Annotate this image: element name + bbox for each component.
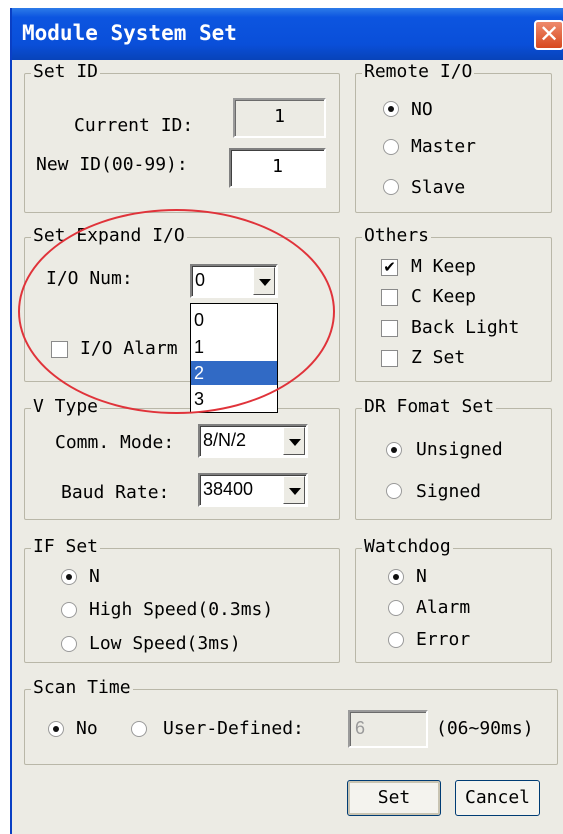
io-alarm-checkbox[interactable] (51, 341, 68, 358)
z-set-checkbox[interactable] (381, 350, 398, 367)
low-speed-radio[interactable] (61, 636, 77, 652)
unsigned-label[interactable]: Unsigned (416, 439, 503, 460)
if-set-n-label[interactable]: N (89, 566, 100, 587)
title-bar[interactable]: Module System Set ✕ (12, 8, 563, 60)
watchdog-n-label[interactable]: N (416, 566, 427, 587)
set-expand-io-legend: Set Expand I/O (31, 225, 187, 246)
chevron-down-icon[interactable] (253, 267, 275, 295)
set-expand-io-group: Set Expand I/O (24, 225, 340, 382)
watchdog-n-radio[interactable] (388, 569, 404, 585)
set-button[interactable]: Set (347, 780, 441, 816)
io-num-dropdown-list[interactable]: 0 1 2 3 (190, 303, 278, 413)
watchdog-error-radio[interactable] (388, 632, 404, 648)
scan-time-no-radio[interactable] (48, 721, 64, 737)
new-id-input[interactable]: 1 (229, 148, 326, 188)
remote-io-no-label[interactable]: NO (411, 99, 433, 120)
high-speed-radio[interactable] (61, 602, 77, 618)
remote-io-slave-radio[interactable] (383, 179, 399, 195)
low-speed-label[interactable]: Low Speed(3ms) (89, 633, 241, 654)
io-num-option-highlighted[interactable]: 2 (191, 361, 277, 385)
c-keep-label[interactable]: C Keep (411, 286, 476, 307)
remote-io-legend: Remote I/O (362, 61, 475, 82)
chevron-down-icon[interactable] (283, 427, 305, 455)
m-keep-checkbox[interactable]: ✔ (381, 259, 398, 276)
others-legend: Others (362, 225, 432, 246)
set-id-legend: Set ID (31, 61, 101, 82)
user-defined-radio[interactable] (131, 721, 147, 737)
chevron-down-icon[interactable] (283, 476, 305, 504)
c-keep-checkbox[interactable] (381, 289, 398, 306)
set-id-group: Set ID (24, 61, 340, 213)
back-light-label[interactable]: Back Light (411, 317, 519, 338)
io-num-label: I/O Num: (46, 268, 133, 289)
current-id-label: Current ID: (74, 115, 194, 136)
cancel-button[interactable]: Cancel (455, 780, 540, 816)
if-set-n-radio[interactable] (61, 569, 77, 585)
baud-rate-value: 38400 (203, 479, 254, 499)
current-id-field: 1 (233, 98, 326, 138)
new-id-label: New ID(00-99): (36, 154, 188, 175)
close-icon[interactable]: ✕ (534, 20, 563, 50)
io-num-select[interactable]: 0 (190, 264, 278, 298)
watchdog-legend: Watchdog (362, 536, 453, 557)
signed-radio[interactable] (386, 483, 402, 499)
v-type-legend: V Type (31, 396, 101, 417)
watchdog-alarm-radio[interactable] (388, 600, 404, 616)
comm-mode-value: 8/N/2 (203, 430, 247, 450)
window-title: Module System Set (22, 21, 237, 45)
scan-time-range-label: (06~90ms) (436, 718, 534, 739)
scan-time-no-label[interactable]: No (76, 718, 98, 739)
io-alarm-label[interactable]: I/O Alarm (80, 338, 178, 359)
io-num-option[interactable]: 0 (191, 308, 277, 332)
remote-io-no-radio[interactable] (383, 101, 399, 117)
if-set-legend: IF Set (31, 536, 101, 557)
io-num-value: 0 (195, 270, 206, 290)
remote-io-master-radio[interactable] (383, 139, 399, 155)
comm-mode-select[interactable]: 8/N/2 (198, 424, 308, 458)
io-num-option[interactable]: 1 (191, 335, 277, 359)
z-set-label[interactable]: Z Set (411, 347, 465, 368)
dr-format-legend: DR Fomat Set (362, 396, 497, 417)
remote-io-master-label[interactable]: Master (411, 136, 476, 157)
back-light-checkbox[interactable] (381, 320, 398, 337)
remote-io-slave-label[interactable]: Slave (411, 177, 465, 198)
unsigned-radio[interactable] (386, 442, 402, 458)
user-defined-input[interactable]: 6 (348, 710, 428, 748)
watchdog-alarm-label[interactable]: Alarm (416, 597, 470, 618)
high-speed-label[interactable]: High Speed(0.3ms) (89, 599, 273, 620)
m-keep-label[interactable]: M Keep (411, 256, 476, 277)
scan-time-legend: Scan Time (31, 677, 133, 698)
signed-label[interactable]: Signed (416, 481, 481, 502)
io-num-option[interactable]: 3 (191, 387, 277, 411)
comm-mode-label: Comm. Mode: (55, 432, 175, 453)
user-defined-label[interactable]: User-Defined: (163, 718, 304, 739)
baud-rate-label: Baud Rate: (61, 482, 170, 503)
baud-rate-select[interactable]: 38400 (198, 473, 308, 507)
watchdog-error-label[interactable]: Error (416, 629, 470, 650)
dr-format-group: DR Fomat Set (355, 396, 552, 520)
